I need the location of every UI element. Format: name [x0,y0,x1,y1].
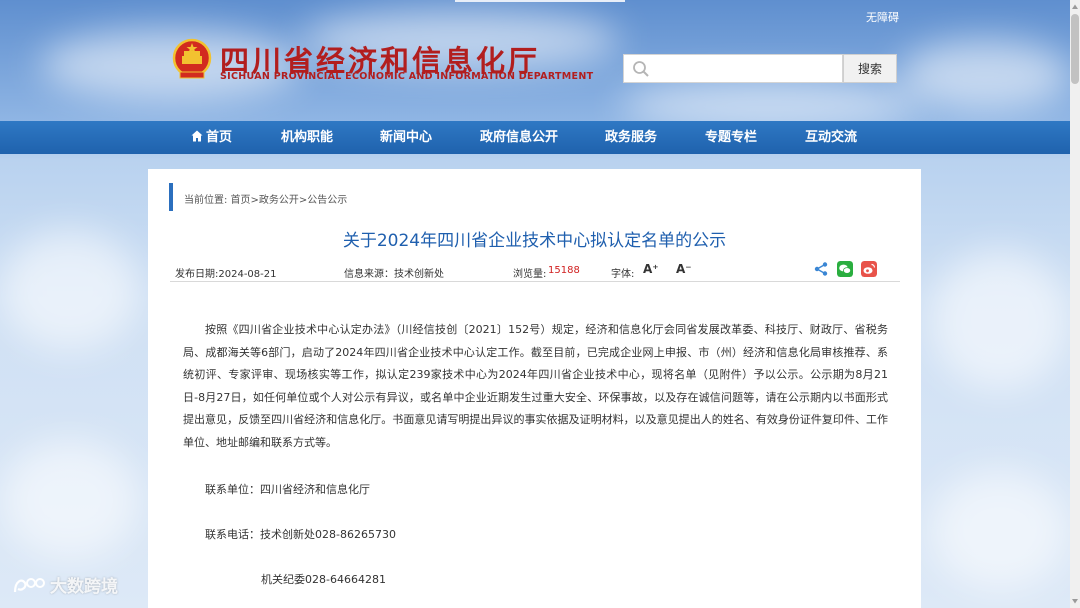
font-size-label: 字体: [611,269,635,280]
nav-item-interaction[interactable]: 互动交流 [805,121,857,154]
article-paragraph: 按照《四川省企业技术中心认定办法》（川经信技创〔2021〕152号）规定，经济和… [183,323,888,449]
weibo-share-icon[interactable] [861,261,877,277]
site-logo-subtitle: SICHUAN PROVINCIAL ECONOMIC AND INFORMAT… [220,71,594,82]
nav-item-organization[interactable]: 机构职能 [281,121,333,154]
article-body: 按照《四川省企业技术中心认定办法》（川经信技创〔2021〕152号）规定，经济和… [183,319,888,454]
top-divider [455,0,625,2]
contact-unit: 联系单位：四川省经济和信息化厅 [205,483,370,496]
main-nav: 首页 机构职能 新闻中心 政府信息公开 政务服务 专题专栏 互动交流 [0,121,1080,154]
breadcrumb-marker [169,183,173,211]
watermark: 大数跨境 [12,572,118,597]
contact-phone: 联系电话：技术创新处028-86265730 [205,528,396,541]
article-title: 关于2024年四川省企业技术中心拟认定名单的公示 [342,231,727,251]
search-box [623,54,843,83]
article-panel: 当前位置: 首页>政务公开>公告公示 关于2024年四川省企业技术中心拟认定名单… [148,169,921,608]
background-cloud [0,440,140,560]
publish-date: 发布日期:2024-08-21 [175,269,277,280]
nav-item-gov-info[interactable]: 政府信息公开 [480,121,558,154]
background-cloud [930,470,1070,590]
font-increase-button[interactable]: A⁺ [643,262,659,276]
background-cloud [0,230,140,350]
search-icon [633,61,649,77]
search-input[interactable] [654,57,840,81]
wechat-share-icon[interactable] [837,261,853,277]
share-icon[interactable] [813,261,829,277]
background-cloud [930,250,1070,390]
scroll-down-arrow-icon[interactable] [1071,597,1079,605]
font-decrease-button[interactable]: A⁻ [676,262,692,276]
nav-item-label: 首页 [206,130,233,145]
nav-item-home[interactable]: 首页 [191,121,232,154]
nav-item-topics[interactable]: 专题专栏 [705,121,757,154]
contact-phone-secondary: 机关纪委028-64664281 [261,573,386,586]
search-button[interactable]: 搜索 [843,54,897,83]
views-count: 15188 [548,265,580,276]
scroll-up-arrow-icon[interactable] [1071,3,1079,11]
watermark-text: 大数跨境 [50,577,118,597]
nav-item-news[interactable]: 新闻中心 [380,121,432,154]
home-icon [191,130,203,142]
watermark-logo-icon [13,578,45,593]
views-label: 浏览量: [513,269,547,280]
breadcrumb[interactable]: 当前位置: 首页>政务公开>公告公示 [184,191,347,206]
info-source: 信息来源：技术创新处 [344,269,444,280]
nav-item-services[interactable]: 政务服务 [605,121,657,154]
accessibility-link[interactable]: 无障碍 [866,9,899,25]
scrollbar-thumb[interactable] [1071,14,1079,84]
article-meta: 发布日期:2024-08-21 信息来源：技术创新处 浏览量: 15188 字体… [170,260,900,282]
vertical-scrollbar[interactable] [1070,0,1080,608]
site-header: 无障碍 四川省经济和信息化厅 SICHUAN PROVINCIAL ECONOM… [0,0,1080,122]
national-emblem-icon [172,38,212,79]
